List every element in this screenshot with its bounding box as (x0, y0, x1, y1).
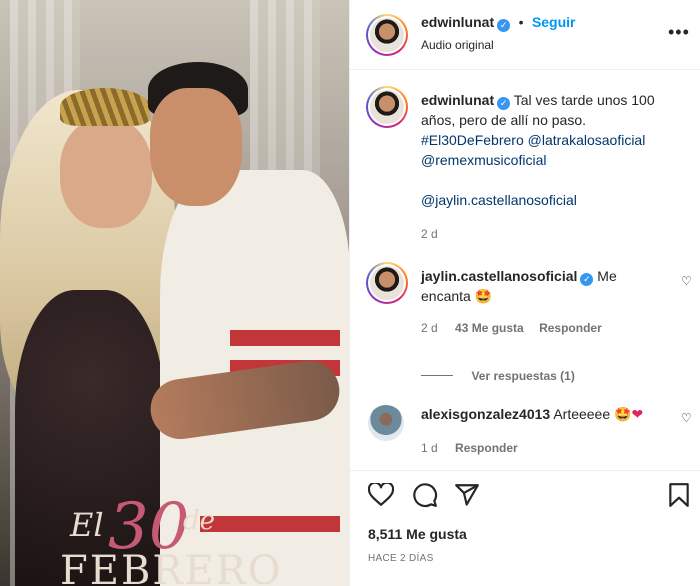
shirt-stripe (200, 516, 340, 532)
reply-button[interactable]: Responder (539, 321, 602, 335)
comment-text: encanta (421, 288, 471, 304)
verified-icon: ✓ (497, 19, 511, 32)
mention-link[interactable]: @latrakalosaoficial (528, 132, 646, 148)
like-comment-heart-icon[interactable]: ♡ (681, 411, 692, 425)
comment-text: Me (597, 268, 617, 284)
comment-text: Arteeeee (553, 406, 611, 422)
actions-bar: 8,511 Me gusta HACE 2 DÍAS (350, 470, 700, 586)
woman-face (60, 118, 152, 228)
comment-username[interactable]: jaylin.castellanosoficial (421, 268, 577, 284)
view-replies-label[interactable]: Ver respuestas (1) (471, 369, 574, 383)
post-header: edwinlunat ✓ • Seguir Audio original ••• (350, 0, 700, 70)
commenter-avatar[interactable] (368, 405, 404, 441)
emoji-icon: 🤩❤ (614, 406, 644, 422)
comment-time[interactable]: 1 d (421, 441, 438, 455)
author-avatar[interactable] (366, 14, 408, 56)
overlay-de: de (183, 506, 216, 536)
save-bookmark-icon[interactable] (668, 482, 690, 508)
emoji-icon: 🤩 (474, 288, 493, 304)
comment: jaylin.castellanosoficial ✓ Me encanta 🤩 … (421, 266, 671, 338)
mention-link[interactable]: @jaylin.castellanosoficial (421, 190, 693, 210)
more-options-icon[interactable]: ••• (668, 22, 690, 43)
commenter-avatar[interactable] (366, 262, 408, 304)
man-face (150, 88, 242, 206)
overlay-el: El (70, 506, 104, 544)
caption: edwinlunat ✓ Tal ves tarde unos 100 años,… (421, 90, 693, 244)
caption-text-line1: Tal ves tarde unos 100 (513, 92, 655, 108)
verified-icon: ✓ (497, 97, 511, 110)
like-heart-icon[interactable] (368, 483, 394, 507)
post-date[interactable]: HACE 2 DÍAS (368, 553, 434, 564)
replies-divider (421, 375, 453, 377)
author-username[interactable]: edwinlunat (421, 14, 494, 30)
like-comment-heart-icon[interactable]: ♡ (681, 274, 692, 288)
caption-time[interactable]: 2 d (421, 224, 693, 244)
reply-button[interactable]: Responder (455, 441, 518, 455)
separator-dot: • (518, 14, 524, 30)
share-icon[interactable] (454, 482, 480, 508)
audio-label[interactable]: Audio original (421, 38, 494, 52)
crown (60, 88, 150, 126)
overlay-month: FEBRERO (60, 548, 283, 586)
comment-username[interactable]: alexisgonzalez4013 (421, 406, 550, 422)
likes-count[interactable]: 8,511 Me gusta (368, 526, 467, 542)
shirt-stripe (230, 330, 340, 346)
verified-icon: ✓ (580, 273, 594, 286)
post-panel: edwinlunat ✓ • Seguir Audio original ••• … (349, 0, 700, 586)
comment-time[interactable]: 2 d (421, 321, 438, 335)
hashtag-link[interactable]: #El30DeFebrero (421, 132, 524, 148)
comment-likes[interactable]: 43 Me gusta (455, 321, 524, 335)
caption-avatar[interactable] (366, 86, 408, 128)
caption-text-line2: años, pero de allí no paso. (421, 112, 587, 128)
mention-link[interactable]: @remexmusicoficial (421, 150, 693, 170)
comment-icon[interactable] (412, 482, 438, 508)
post-image[interactable]: El 30 de FEBRERO (0, 0, 349, 586)
follow-button[interactable]: Seguir (532, 14, 576, 30)
comment: alexisgonzalez4013 Arteeeee 🤩❤ 1 d Respo… (421, 404, 681, 458)
caption-username[interactable]: edwinlunat (421, 92, 494, 108)
view-replies[interactable]: Ver respuestas (1) (421, 367, 575, 385)
